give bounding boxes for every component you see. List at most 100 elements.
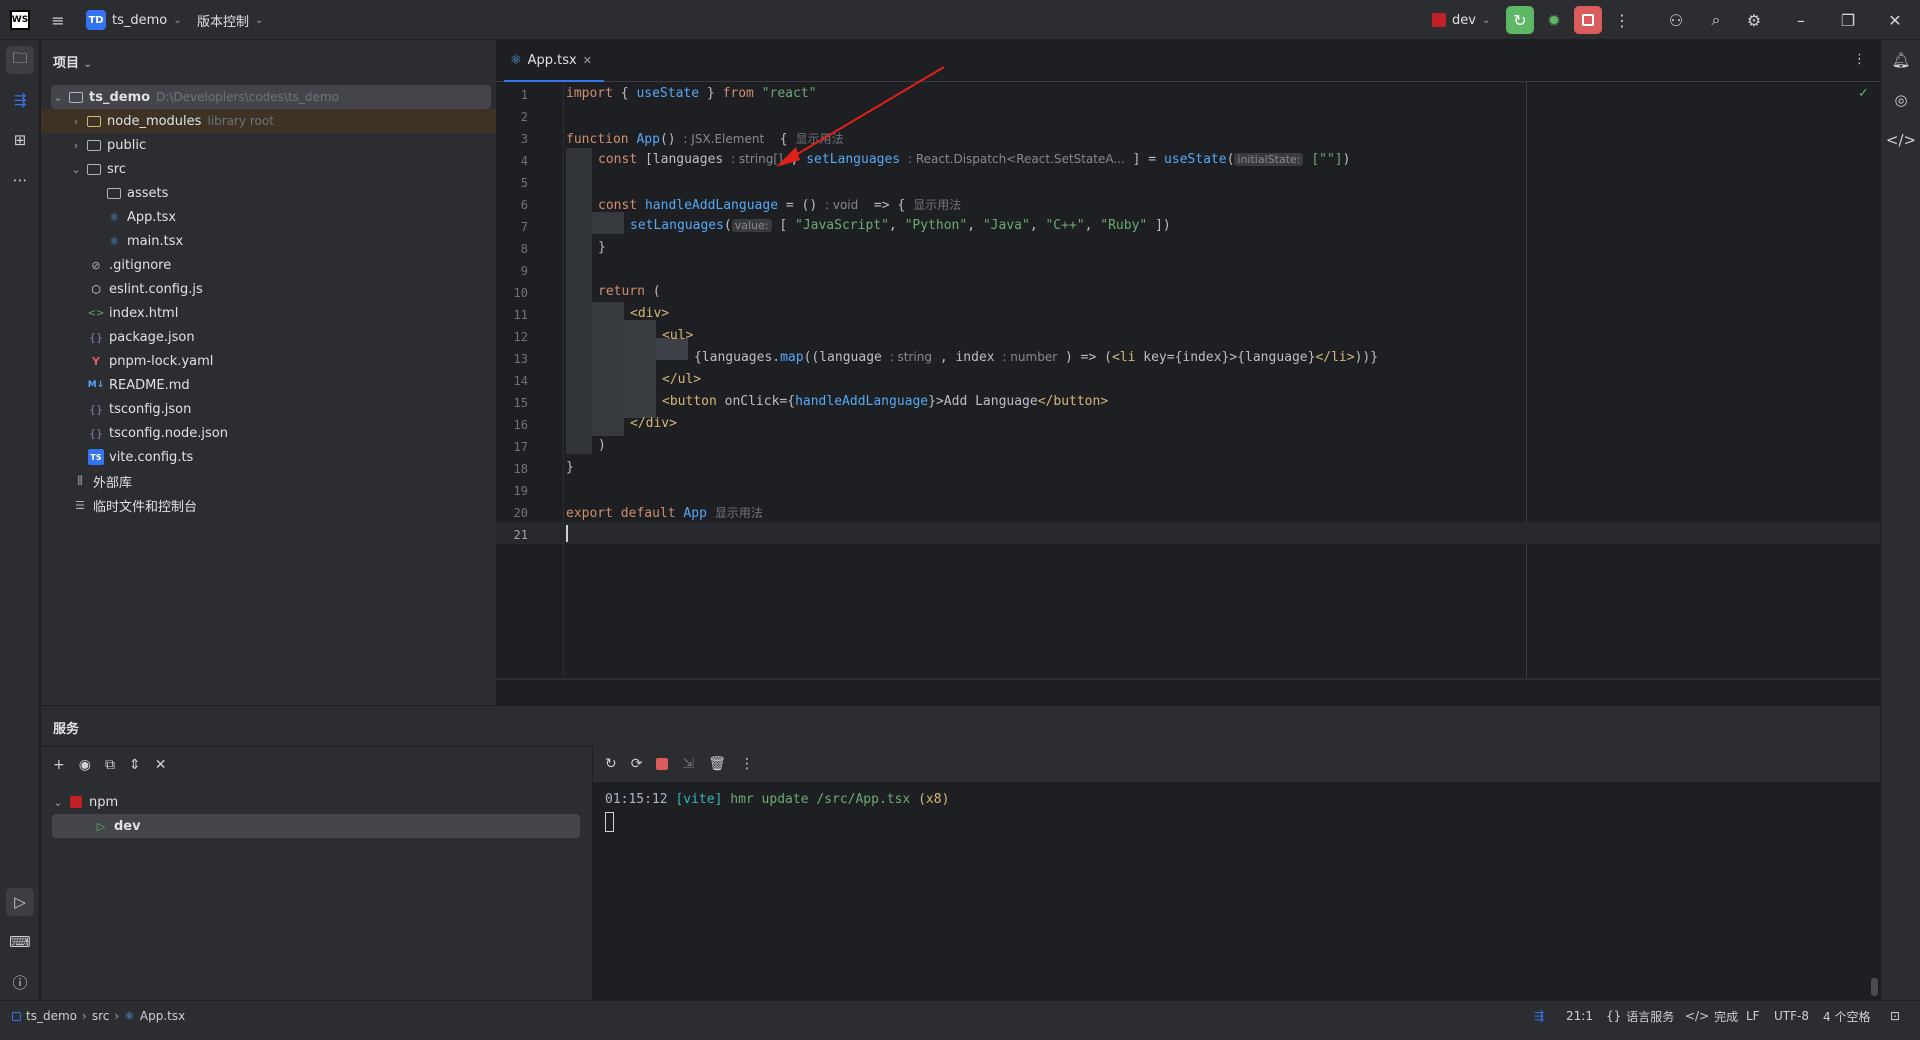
caret-position[interactable]: 21:1 (1566, 1001, 1593, 1031)
components-icon[interactable]: ⊞ (6, 126, 34, 154)
keyword: from (722, 86, 754, 101)
code-editor[interactable]: ✓ 1 2 3 4 5 6 7 8 9 10 11 12 13 14 15 16 17 18 19 20 21 impo… (496, 66, 1880, 680)
minimize-icon[interactable]: – (1787, 6, 1815, 34)
file-encoding[interactable]: UTF-8 (1774, 1001, 1809, 1031)
tree-item-assets[interactable]: assets (41, 181, 496, 205)
services-icon[interactable]: ▷ (6, 888, 34, 916)
collapse-all-icon[interactable]: ✕ (155, 757, 167, 773)
run-console[interactable]: ↻ ⟳ ⇲ 🗑︎ ⋮ 01:15:12 [vite] hmr update /s… (593, 746, 1880, 1001)
stop-icon[interactable] (1574, 6, 1602, 34)
new-tab-icon[interactable]: ⧉ (105, 757, 115, 773)
ai-assistant-icon[interactable]: ◎ (1887, 86, 1915, 114)
rerun-icon[interactable]: ↻ (1506, 6, 1534, 34)
gear-icon[interactable]: ⚙ (1740, 6, 1768, 34)
tree-item-vite-config[interactable]: TS vite.config.ts (41, 445, 496, 469)
language-services[interactable]: {} 语言服务 (1606, 1001, 1674, 1031)
chevron-down-icon: ⌄ (255, 14, 264, 26)
vertical-scrollbar[interactable] (1871, 978, 1878, 996)
tree-item-ts-demo[interactable]: ⌄ ts_demo D:\Developlers\codes\ts_demo (51, 85, 491, 109)
tree-item-tsconfig[interactable]: {} tsconfig.json (41, 397, 496, 421)
tree-item-app-tsx[interactable]: ⚛ App.tsx (41, 205, 496, 229)
expand-all-icon[interactable]: ⇕ (129, 757, 141, 773)
search-icon[interactable]: ⌕ (1702, 6, 1730, 34)
vcs-menu[interactable]: 版本控制 ⌄ (197, 0, 263, 40)
project-panel-header[interactable]: 项目 ⌄ (53, 52, 92, 71)
more-vertical-icon[interactable]: ⋮ (740, 756, 754, 772)
usages-hint[interactable]: 显示用法 (913, 198, 961, 212)
structure-icon[interactable]: ⇶ (6, 86, 34, 114)
code-token: } (566, 460, 574, 475)
jsx-tag: <ul> (662, 328, 694, 343)
more-vertical-icon[interactable]: ⋮ (1853, 52, 1866, 67)
jsx-tag: <li (1111, 350, 1136, 365)
console-output-line: 01:15:12 [vite] hmr update /src/App.tsx … (605, 792, 949, 807)
tree-item-eslint[interactable]: ⬡ eslint.config.js (41, 277, 496, 301)
debug-icon[interactable]: ✹ (1540, 6, 1568, 34)
tree-item-scratches[interactable]: ☰ 临时文件和控制台 (41, 493, 496, 517)
code-icon[interactable]: </> (1886, 126, 1916, 154)
usages-hint[interactable]: 显示用法 (715, 506, 763, 520)
identifier: App (675, 506, 707, 521)
code-token: ]) (1147, 218, 1171, 233)
tab-app-tsx[interactable]: ⚛ App.tsx ✕ (504, 40, 604, 82)
lock-icon[interactable]: ⊡ (1890, 1001, 1900, 1031)
line-separator[interactable]: LF (1746, 1001, 1760, 1031)
breadcrumb-item[interactable]: App.tsx (140, 1009, 185, 1023)
tree-item-package-json[interactable]: {} package.json (41, 325, 496, 349)
hamburger-menu-icon[interactable]: ≡ (44, 6, 72, 34)
more-horizontal-icon[interactable]: ⋯ (6, 166, 34, 194)
tree-item-tsconfig-node[interactable]: {} tsconfig.node.json (41, 421, 496, 445)
structure-icon[interactable]: ⇶ (1534, 1001, 1544, 1031)
tree-item-external-libraries[interactable]: ⫼ 外部库 (41, 469, 496, 493)
string-literal: [""] (1311, 152, 1343, 167)
tree-item-public[interactable]: › public (41, 133, 496, 157)
code-status[interactable]: </> 完成 (1685, 1001, 1738, 1031)
close-icon[interactable]: ✕ (583, 54, 592, 67)
eye-icon[interactable]: ◉ (79, 757, 91, 773)
trash-icon[interactable]: 🗑︎ (708, 756, 726, 772)
line-number: 13 (513, 352, 528, 366)
code-token: {languages. (694, 350, 781, 365)
tree-item-node-modules[interactable]: › node_modules library root (41, 109, 496, 133)
stop-icon[interactable] (656, 758, 669, 770)
add-user-icon[interactable]: ⚇ (1662, 6, 1690, 34)
more-vertical-icon[interactable]: ⋮ (1608, 6, 1636, 34)
keyword: import (566, 86, 613, 101)
service-npm[interactable]: ⌄ npm (41, 790, 581, 814)
chevron-down-icon: ⌄ (53, 90, 63, 104)
tree-item-index-html[interactable]: <> index.html (41, 301, 496, 325)
folder-icon[interactable]: 🗀 (6, 46, 34, 74)
breadcrumb-item[interactable]: ts_demo (26, 1009, 77, 1023)
rerun-icon[interactable]: ↻ (605, 756, 617, 772)
restart-icon[interactable]: ⟳ (631, 756, 643, 772)
check-icon: ✓ (1858, 86, 1869, 101)
code-token: key={index}>{language} (1135, 350, 1316, 365)
identifier: useState (636, 86, 700, 101)
project-switcher[interactable]: TD ts_demo ⌄ (86, 0, 182, 40)
problems-icon[interactable]: ⓘ (6, 968, 34, 996)
tree-item-src[interactable]: ⌄ src (41, 157, 496, 181)
restore-icon[interactable]: ❐ (1834, 6, 1862, 34)
annotation-arrow (776, 66, 945, 167)
close-icon[interactable]: ✕ (1881, 6, 1909, 34)
bell-icon[interactable]: 🔔︎ (1887, 46, 1915, 74)
string-literal: "C++" (1045, 218, 1085, 233)
tree-item-main-tsx[interactable]: ⚛ main.tsx (41, 229, 496, 253)
code-token: ] = (1124, 152, 1164, 167)
run-icon: ▷ (96, 819, 106, 833)
tree-item-readme[interactable]: M↓ README.md (41, 373, 496, 397)
code-token: }>Add Language (928, 394, 1038, 409)
terminal-icon[interactable]: ⌨ (6, 928, 34, 956)
service-dev[interactable]: ▷ dev (52, 814, 580, 838)
braces-icon: {} (1606, 1009, 1622, 1023)
line-number: 8 (520, 242, 528, 256)
line-number: 21 (513, 528, 528, 542)
soft-wrap-icon[interactable]: ⇲ (682, 756, 694, 772)
breadcrumb-item[interactable]: src (92, 1009, 110, 1023)
indent-setting[interactable]: 4 个空格 (1823, 1001, 1870, 1031)
run-config-selector[interactable]: dev ⌄ (1432, 0, 1490, 40)
tree-item-pnpm-lock[interactable]: Y pnpm-lock.yaml (41, 349, 496, 373)
jsx-tag: </ul> (662, 372, 702, 387)
tree-item-gitignore[interactable]: ⊘ .gitignore (41, 253, 496, 277)
add-icon[interactable]: + (53, 757, 65, 773)
